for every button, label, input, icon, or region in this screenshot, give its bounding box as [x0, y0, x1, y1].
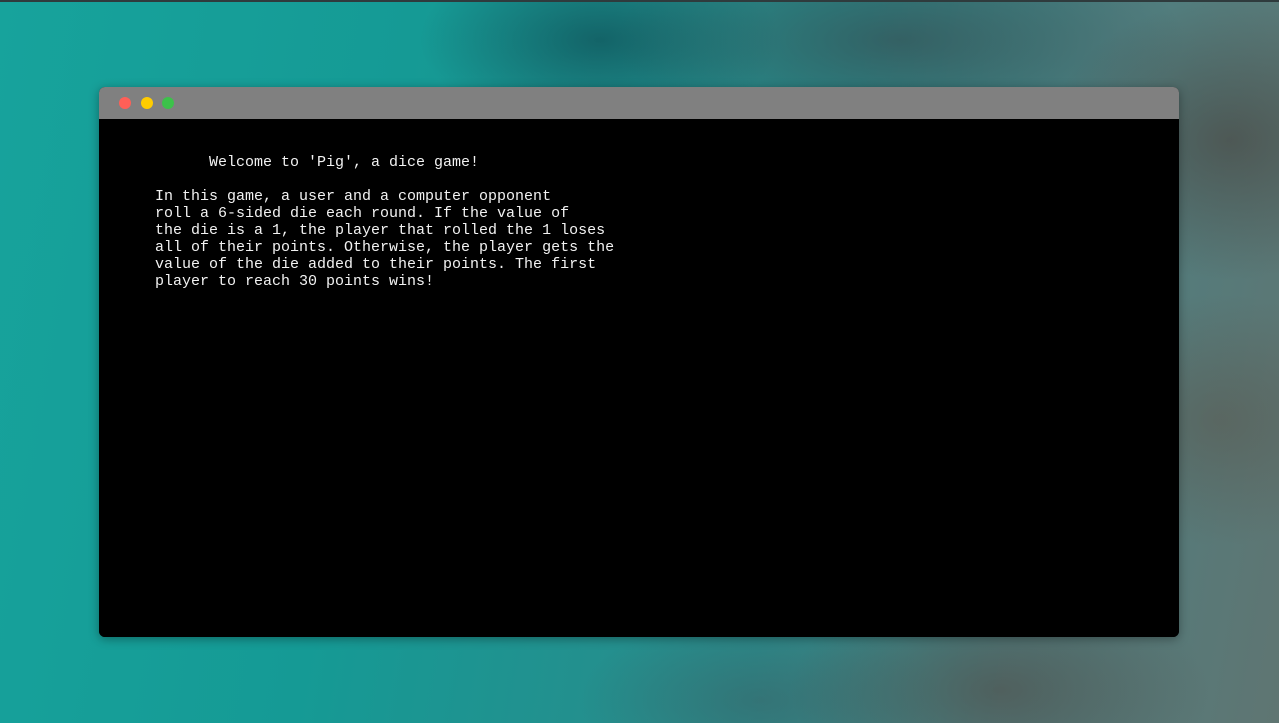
maximize-dot-icon[interactable]: [162, 97, 174, 109]
terminal-output-area[interactable]: Welcome to 'Pig', a dice game! In this g…: [99, 119, 1179, 637]
terminal-output-text: Welcome to 'Pig', a dice game! In this g…: [155, 154, 615, 290]
close-dot-icon[interactable]: [119, 97, 131, 109]
screen-top-edge: [0, 0, 1279, 2]
minimize-dot-icon[interactable]: [141, 97, 153, 109]
terminal-window: Welcome to 'Pig', a dice game! In this g…: [99, 87, 1179, 637]
window-titlebar[interactable]: [99, 87, 1179, 119]
